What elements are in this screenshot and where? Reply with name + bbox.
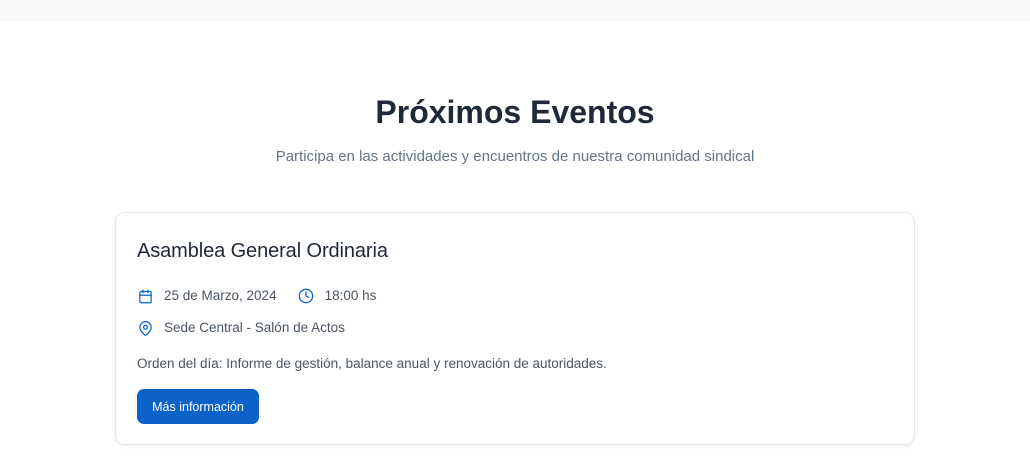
top-band [0, 0, 1030, 22]
event-time-text: 18:00 hs [324, 288, 377, 303]
event-title: Asamblea General Ordinaria [137, 240, 388, 262]
event-date-text: 25 de Marzo, 2024 [164, 288, 277, 303]
event-location-text: Sede Central - Salón de Actos [164, 320, 345, 335]
more-info-button[interactable]: Más información [137, 389, 259, 424]
event-card: Asamblea General Ordinaria 25 de Marzo, … [115, 212, 915, 445]
event-time: 18:00 hs [298, 287, 377, 305]
event-datetime-row: 25 de Marzo, 2024 18:00 hs [137, 287, 376, 305]
section-title: Próximos Eventos [375, 94, 655, 130]
map-pin-icon [137, 320, 153, 336]
calendar-icon [137, 288, 153, 304]
section-subtitle: Participa en las actividades y encuentro… [275, 148, 755, 165]
event-location-row: Sede Central - Salón de Actos [137, 319, 345, 337]
event-date: 25 de Marzo, 2024 [137, 287, 277, 305]
event-location: Sede Central - Salón de Actos [137, 319, 345, 337]
clock-icon [298, 288, 314, 304]
event-description: Orden del día: Informe de gestión, balan… [137, 356, 607, 371]
